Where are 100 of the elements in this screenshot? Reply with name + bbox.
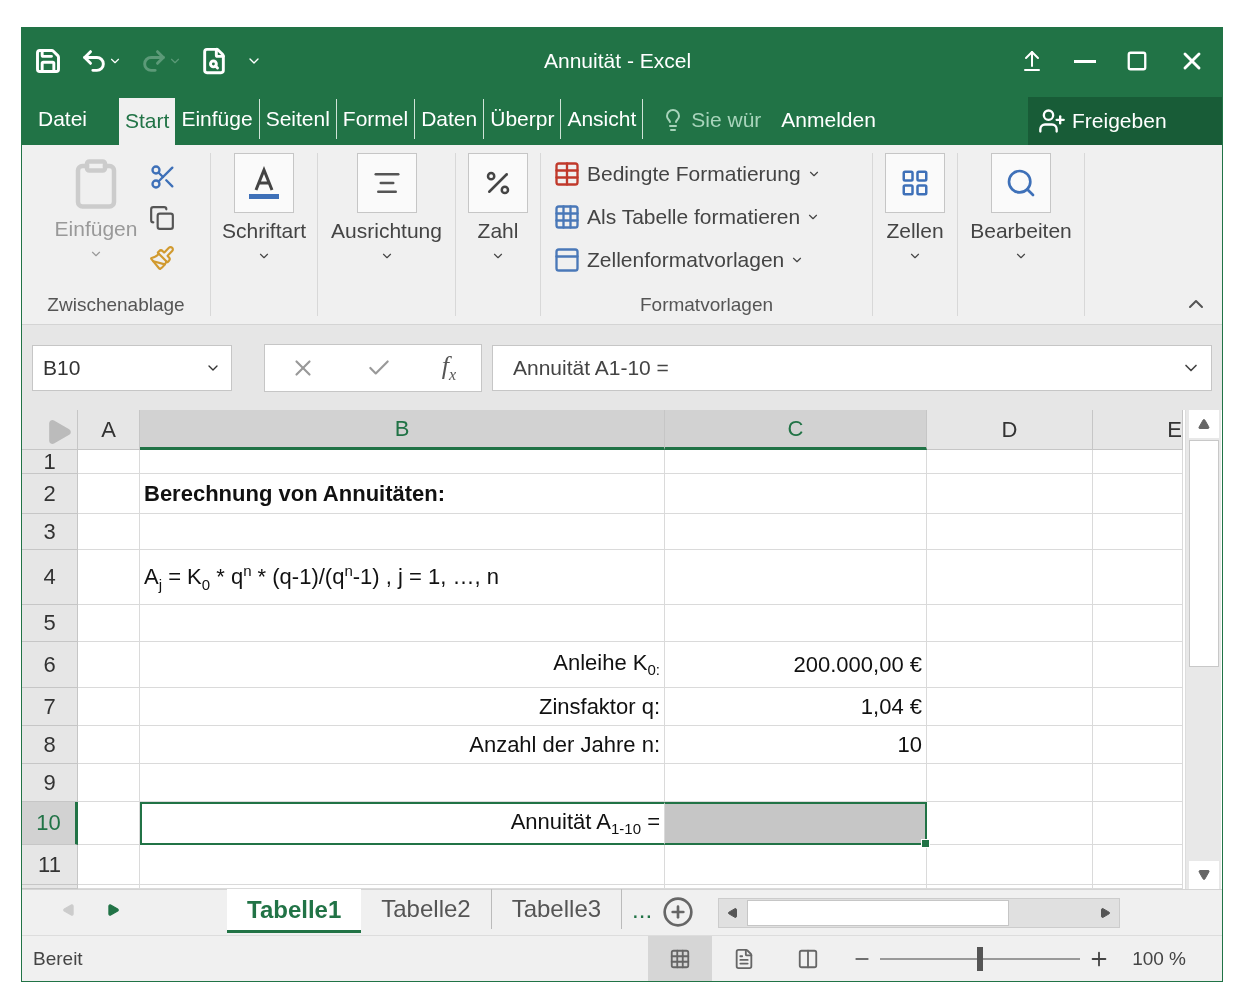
styles-menu-button[interactable]: Bedingte Formatierung bbox=[553, 152, 821, 196]
align-group-button[interactable]: Ausrichtung bbox=[331, 152, 442, 263]
zoom-slider-thumb[interactable] bbox=[977, 946, 984, 971]
fill-handle[interactable] bbox=[921, 839, 930, 849]
save-icon bbox=[34, 47, 62, 76]
view-button[interactable] bbox=[648, 936, 713, 981]
table-cell bbox=[78, 802, 140, 846]
down-arrow-icon bbox=[1197, 869, 1210, 882]
table-cell bbox=[78, 605, 140, 643]
sheet-tab[interactable]: Tabelle2 bbox=[361, 889, 492, 930]
normal-view-icon bbox=[669, 947, 692, 970]
print-preview-button[interactable] bbox=[200, 47, 228, 76]
add-sheet-icon[interactable] bbox=[662, 896, 695, 929]
print-preview-icon bbox=[200, 47, 228, 76]
table-cell bbox=[78, 642, 140, 689]
table-cell bbox=[78, 764, 140, 803]
scrollbar-thumb[interactable] bbox=[1188, 440, 1219, 668]
table-cell: Anzahl der Jahre n: bbox=[140, 726, 665, 765]
table-cell: Annuität A$_{1-10}$ = bbox=[140, 802, 665, 846]
styles-menu-button[interactable]: Als Tabelle formatieren bbox=[553, 195, 821, 239]
table-cell: Zinsfaktor q: bbox=[140, 688, 665, 727]
table-format-icon bbox=[553, 203, 581, 232]
row-header[interactable]: 10 bbox=[22, 802, 78, 846]
minimize-icon bbox=[1074, 59, 1096, 63]
ribbon-tab[interactable]: Überpr bbox=[484, 98, 562, 139]
vertical-scrollbar[interactable] bbox=[1185, 410, 1221, 890]
ribbon-tab[interactable]: Daten bbox=[415, 98, 485, 139]
table-cell: 200.000,00 € bbox=[665, 642, 927, 689]
tell-me-placeholder: Sie wür bbox=[691, 107, 762, 132]
more-sheets-button[interactable]: ... bbox=[622, 890, 663, 931]
next-sheet-icon[interactable] bbox=[106, 903, 120, 918]
formula-field[interactable]: Annuität A1-10 = bbox=[492, 344, 1212, 391]
maximize-button[interactable] bbox=[1126, 50, 1148, 73]
maximize-icon bbox=[1126, 50, 1148, 73]
table-cell bbox=[78, 688, 140, 727]
horizontal-scrollbar[interactable] bbox=[718, 898, 1121, 929]
row-header[interactable]: 8 bbox=[22, 726, 78, 765]
cells-group-button[interactable]: Zellen bbox=[885, 152, 945, 263]
table-cell: A$_{j}$ = K$_{0}$ * q$^{n}$ * (q-1)/(q$^{n}$-1) , j = 1, …, n bbox=[140, 550, 665, 606]
ribbon-tab[interactable]: Datei bbox=[32, 98, 94, 139]
insert-function-button[interactable]: f$_{x}$ bbox=[441, 351, 457, 385]
save-button[interactable] bbox=[34, 47, 62, 76]
row-header[interactable]: 5 bbox=[22, 605, 78, 643]
scroll-down-button[interactable] bbox=[1188, 861, 1219, 890]
ribbon-tab[interactable]: Ansicht bbox=[561, 98, 644, 139]
group-label: Zwischenablage bbox=[47, 294, 185, 317]
minimize-button[interactable] bbox=[1074, 59, 1096, 63]
column-header[interactable]: C bbox=[665, 410, 927, 451]
table-cell: 10 bbox=[665, 726, 927, 765]
column-header[interactable]: A bbox=[78, 410, 140, 451]
ribbon-tab[interactable]: Einfüge bbox=[175, 98, 260, 139]
row-header[interactable]: 6 bbox=[22, 642, 78, 689]
styles-menu-button[interactable]: Zellenformatvorlagen bbox=[553, 238, 805, 282]
row-header[interactable]: 2 bbox=[22, 474, 78, 515]
ribbon-tab[interactable]: Formel bbox=[336, 98, 416, 139]
font-group-button[interactable]: Schriftart bbox=[222, 152, 306, 263]
row-header[interactable]: 4 bbox=[22, 550, 78, 606]
cell-styles-icon bbox=[553, 246, 581, 275]
table-cell: Anleihe K$_{0:}$ bbox=[140, 642, 665, 689]
ribbon-tab[interactable]: Start bbox=[119, 97, 176, 145]
sheet-tab[interactable]: Tabelle3 bbox=[491, 889, 623, 930]
font-color-icon bbox=[247, 165, 281, 200]
tell-me-field[interactable]: Sie wür bbox=[661, 107, 762, 132]
status-text: Bereit bbox=[33, 947, 83, 970]
sheet-tab[interactable]: Tabelle1 bbox=[227, 889, 362, 934]
scroll-up-button[interactable] bbox=[1188, 410, 1219, 439]
row-header[interactable]: 11 bbox=[22, 845, 78, 886]
group-label: Formatvorlagen bbox=[639, 294, 774, 317]
left-arrow-icon[interactable] bbox=[727, 907, 740, 920]
name-box[interactable]: B10 bbox=[32, 344, 232, 391]
number-group-button[interactable]: Zahl bbox=[468, 152, 528, 263]
table-cell: 1,04 € bbox=[665, 688, 927, 727]
sign-in-link[interactable]: Anmelden bbox=[781, 107, 876, 132]
window-title: Annuität - Excel bbox=[544, 49, 692, 74]
share-button[interactable]: Freigeben bbox=[1028, 96, 1222, 145]
table-cell: Berechnung von Annuitäten: bbox=[140, 474, 665, 515]
up-arrow-icon bbox=[1197, 418, 1210, 431]
add-person-icon bbox=[1038, 106, 1066, 135]
conditional-format-icon bbox=[553, 160, 581, 189]
table-cell bbox=[78, 726, 140, 765]
table-cell bbox=[78, 514, 140, 551]
zoom-level[interactable]: 100 % bbox=[1132, 947, 1186, 970]
scrollbar-thumb[interactable] bbox=[747, 900, 1010, 927]
row-header[interactable]: 3 bbox=[22, 514, 78, 551]
column-header[interactable]: E bbox=[1093, 410, 1183, 451]
triangle-icon bbox=[47, 419, 73, 446]
table-cell bbox=[78, 845, 140, 886]
row-header[interactable]: 1 bbox=[22, 450, 78, 475]
copy-icon[interactable] bbox=[149, 204, 176, 231]
right-arrow-icon[interactable] bbox=[1099, 907, 1112, 920]
column-header[interactable]: B bbox=[140, 410, 665, 451]
ribbon-tab[interactable]: Seitenl bbox=[259, 98, 337, 139]
row-header[interactable]: 9 bbox=[22, 764, 78, 803]
column-header[interactable]: D bbox=[927, 410, 1093, 451]
table-cell bbox=[78, 474, 140, 515]
edit-group-button[interactable]: Bearbeiten bbox=[970, 152, 1072, 263]
row-header[interactable]: 7 bbox=[22, 688, 78, 727]
table-cell bbox=[78, 550, 140, 606]
page-break-icon bbox=[797, 947, 820, 970]
table-cell bbox=[78, 450, 140, 475]
